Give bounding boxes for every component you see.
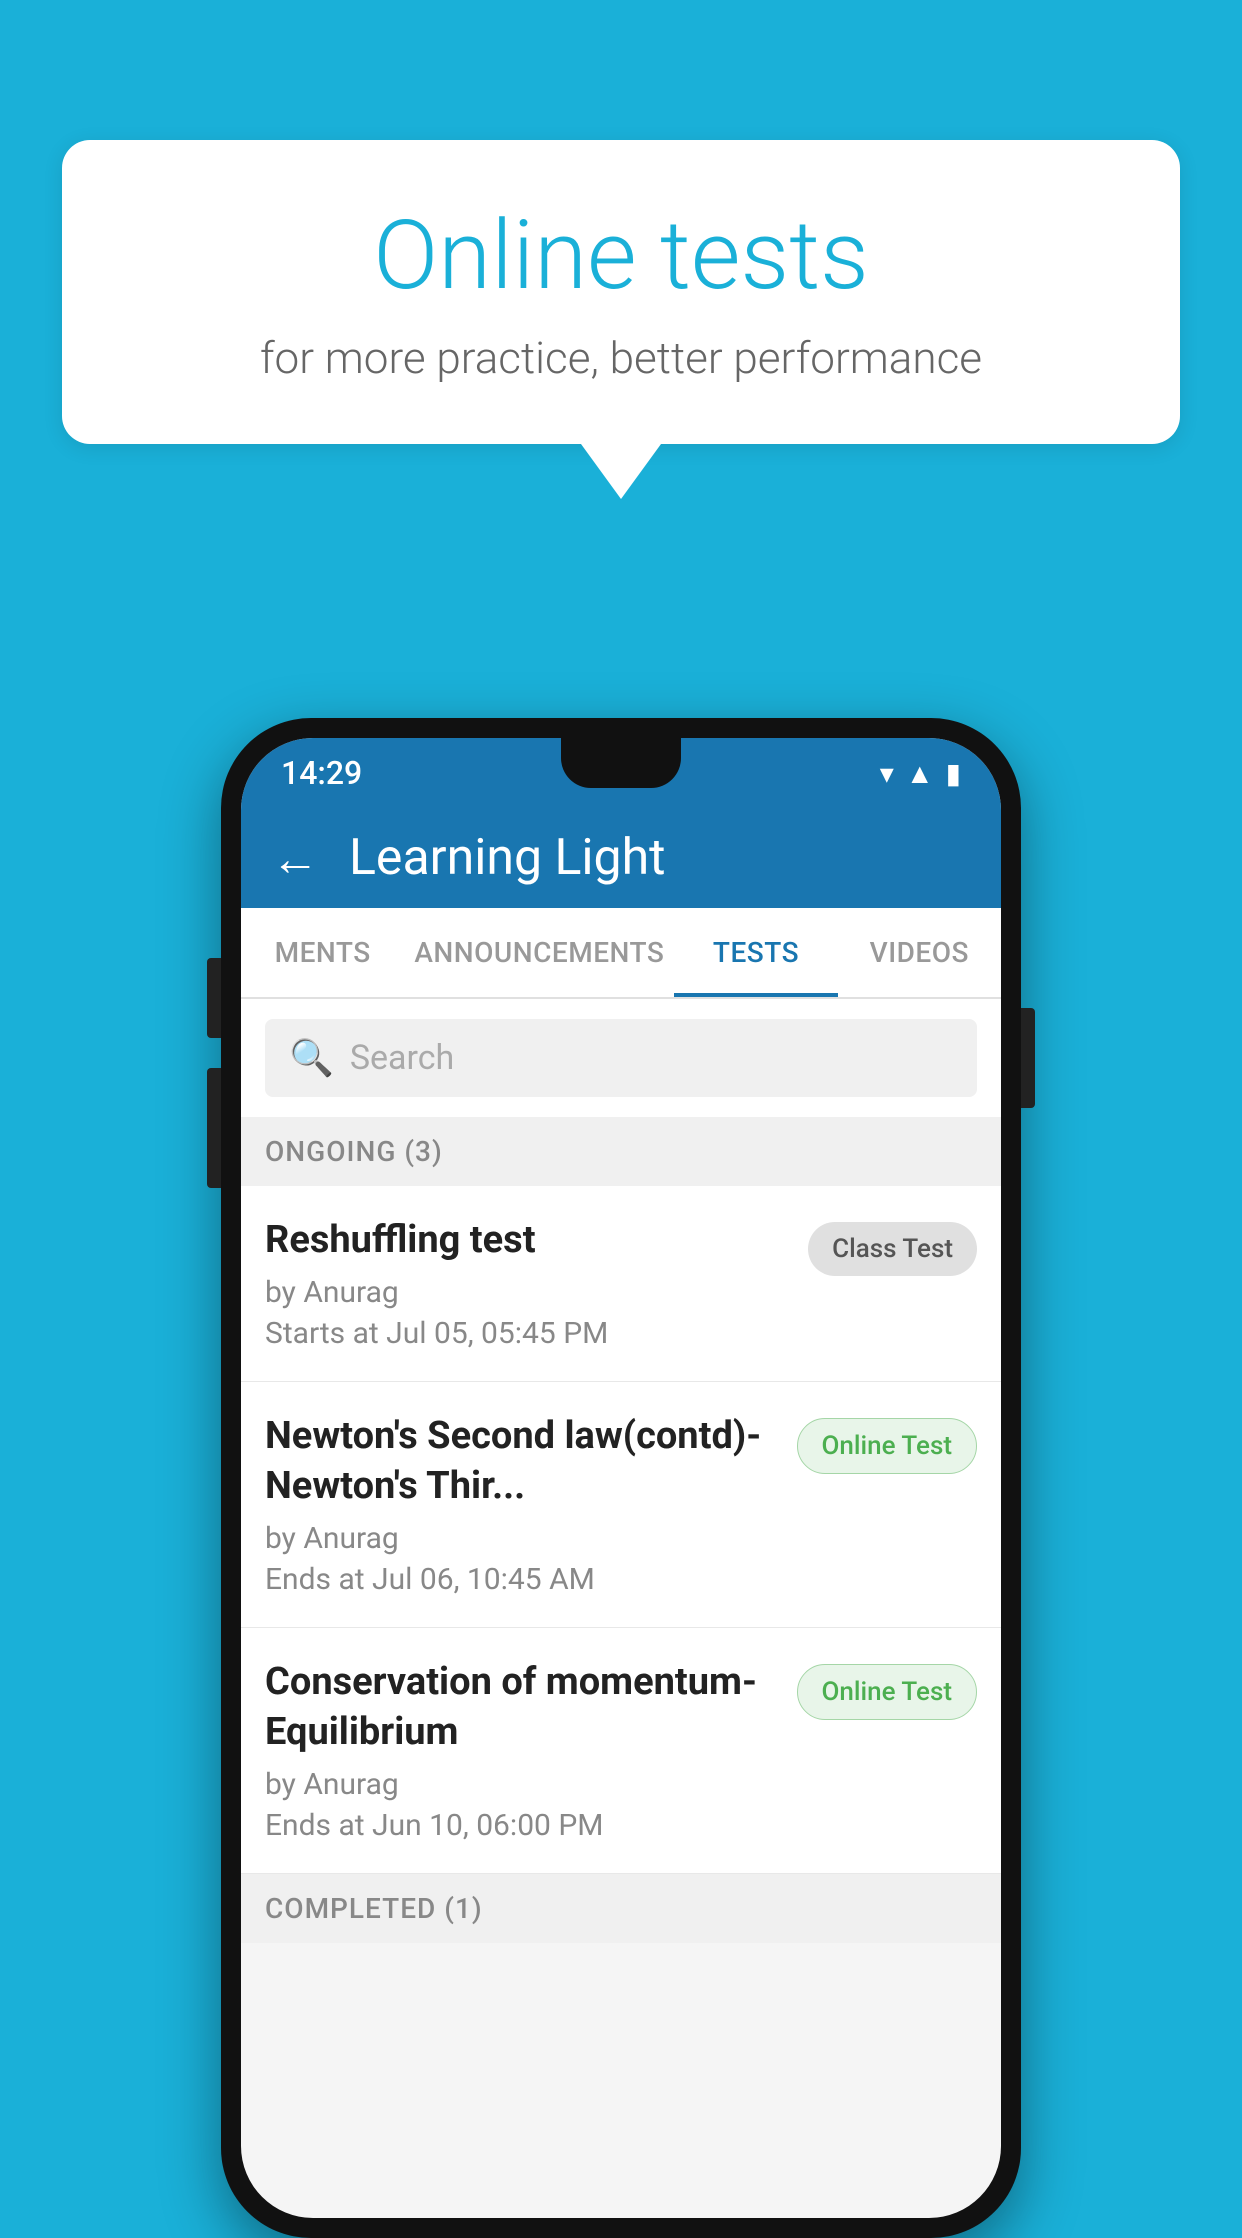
test-item[interactable]: Newton's Second law(contd)-Newton's Thir… (241, 1382, 1001, 1628)
tab-videos[interactable]: VIDEOS (838, 908, 1001, 997)
tab-announcements[interactable]: ANNOUNCEMENTS (404, 908, 674, 997)
tab-tests[interactable]: TESTS (674, 908, 837, 997)
test-item[interactable]: Conservation of momentum-Equilibrium by … (241, 1628, 1001, 1874)
app-bar-title: Learning Light (349, 829, 666, 887)
bubble-arrow (581, 444, 661, 499)
speech-bubble: Online tests for more practice, better p… (62, 140, 1180, 444)
search-input[interactable]: Search (350, 1038, 454, 1078)
test-date: Ends at Jul 06, 10:45 AM (265, 1562, 777, 1597)
status-bar: 14:29 ▾ ▲ ▮ (241, 738, 1001, 808)
search-container: 🔍 Search (241, 999, 1001, 1117)
vol-up-button (207, 958, 221, 1038)
wifi-icon: ▾ (880, 757, 894, 790)
test-author: by Anurag (265, 1275, 788, 1310)
test-item[interactable]: Reshuffling test by Anurag Starts at Jul… (241, 1186, 1001, 1382)
test-title: Newton's Second law(contd)-Newton's Thir… (265, 1412, 777, 1511)
bubble-title: Online tests (142, 200, 1100, 312)
test-badge-class: Class Test (808, 1222, 977, 1276)
notch (561, 738, 681, 788)
test-title: Conservation of momentum-Equilibrium (265, 1658, 777, 1757)
status-time: 14:29 (281, 754, 362, 792)
test-author: by Anurag (265, 1767, 777, 1802)
promo-section: Online tests for more practice, better p… (62, 140, 1180, 499)
bubble-subtitle: for more practice, better performance (142, 332, 1100, 384)
test-badge-online-2: Online Test (797, 1664, 978, 1720)
test-item-content: Newton's Second law(contd)-Newton's Thir… (265, 1412, 797, 1597)
search-icon: 🔍 (289, 1037, 334, 1079)
status-icons: ▾ ▲ ▮ (880, 757, 961, 790)
ongoing-section-header: ONGOING (3) (241, 1117, 1001, 1186)
search-bar[interactable]: 🔍 Search (265, 1019, 977, 1097)
phone-screen: 14:29 ▾ ▲ ▮ ← Learning Light MENTS ANNOU… (241, 738, 1001, 2218)
test-badge-online: Online Test (797, 1418, 978, 1474)
battery-icon: ▮ (946, 757, 961, 790)
vol-down-button (207, 1068, 221, 1188)
test-title: Reshuffling test (265, 1216, 788, 1265)
completed-section-header: COMPLETED (1) (241, 1874, 1001, 1943)
phone-frame: 14:29 ▾ ▲ ▮ ← Learning Light MENTS ANNOU… (221, 718, 1021, 2238)
test-item-content: Conservation of momentum-Equilibrium by … (265, 1658, 797, 1843)
ongoing-label: ONGOING (3) (265, 1135, 443, 1168)
signal-icon: ▲ (906, 757, 934, 790)
test-date: Starts at Jul 05, 05:45 PM (265, 1316, 788, 1351)
power-button (1021, 1008, 1035, 1108)
app-bar: ← Learning Light (241, 808, 1001, 908)
completed-label: COMPLETED (1) (265, 1892, 483, 1925)
tabs-container: MENTS ANNOUNCEMENTS TESTS VIDEOS (241, 908, 1001, 999)
test-author: by Anurag (265, 1521, 777, 1556)
back-button[interactable]: ← (271, 830, 319, 887)
tab-ments[interactable]: MENTS (241, 908, 404, 997)
test-date: Ends at Jun 10, 06:00 PM (265, 1808, 777, 1843)
test-item-content: Reshuffling test by Anurag Starts at Jul… (265, 1216, 808, 1351)
